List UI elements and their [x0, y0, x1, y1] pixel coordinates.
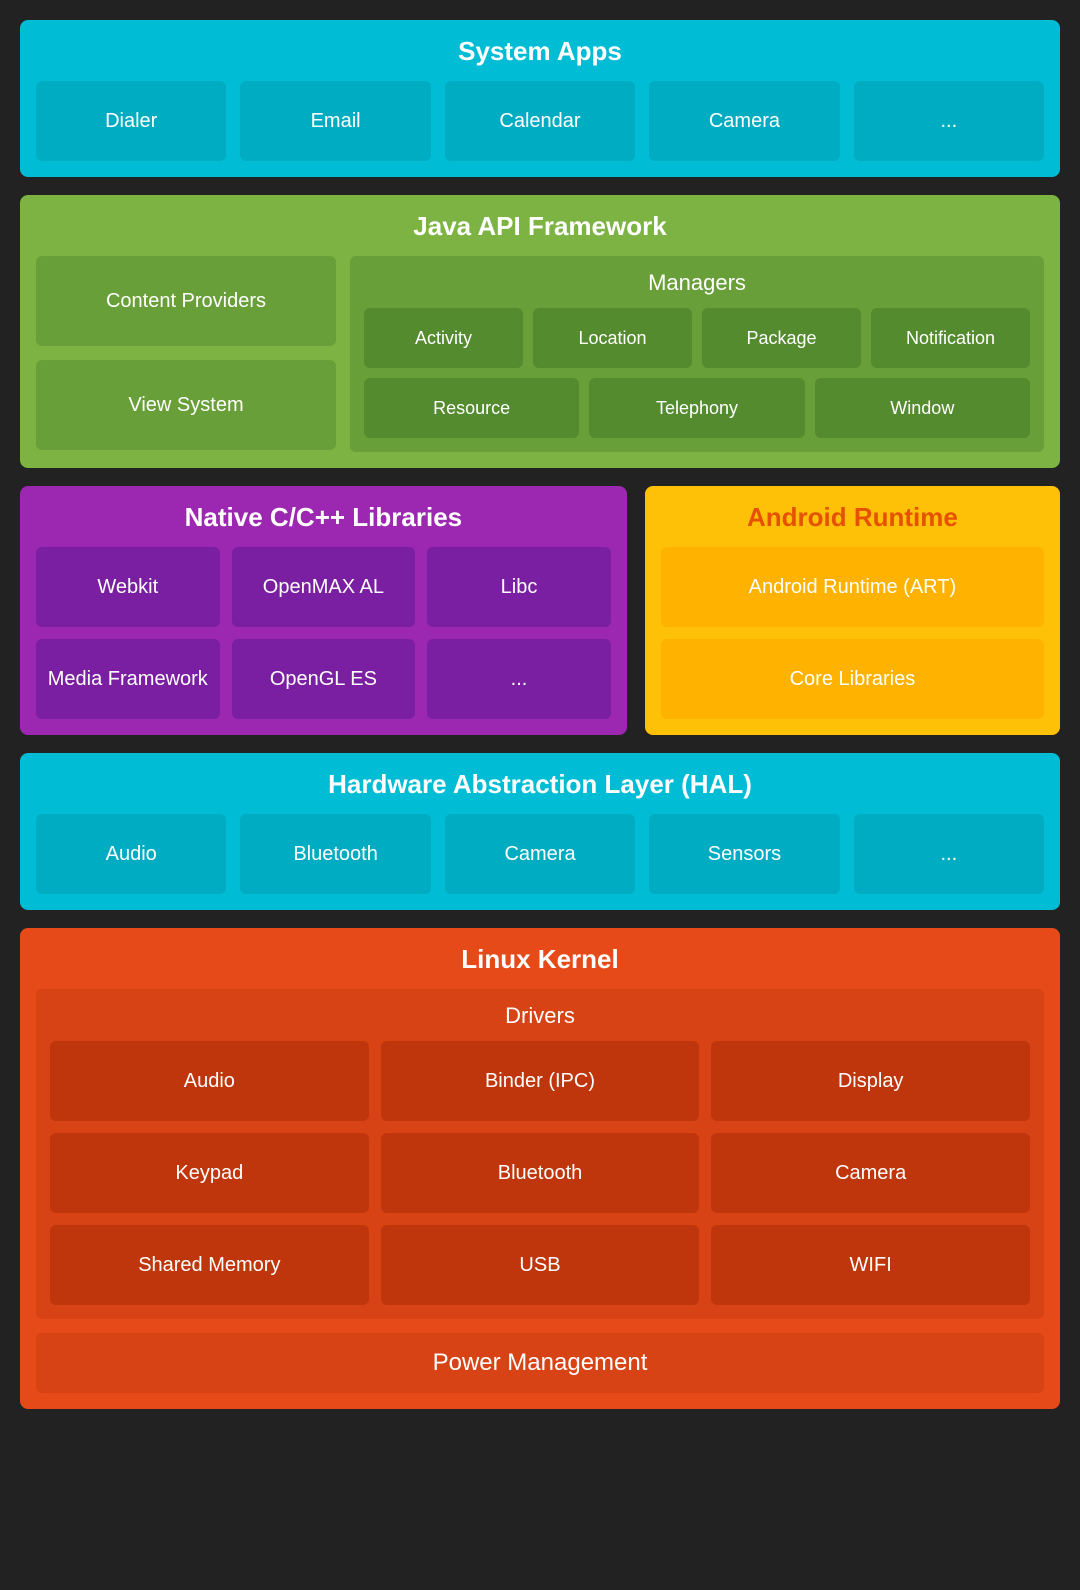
native-runtime-row: Native C/C++ Libraries Webkit OpenMAX AL… — [20, 486, 1060, 735]
hal-more: ... — [854, 814, 1044, 894]
framework-left: Content Providers View System — [36, 256, 336, 452]
hal-row: Audio Bluetooth Camera Sensors ... — [36, 814, 1044, 894]
hal-sensors: Sensors — [649, 814, 839, 894]
native-libs-layer: Native C/C++ Libraries Webkit OpenMAX AL… — [20, 486, 627, 735]
driver-keypad: Keypad — [50, 1133, 369, 1213]
runtime-core-libs: Core Libraries — [661, 639, 1044, 719]
manager-package: Package — [702, 308, 861, 368]
drivers-title: Drivers — [50, 1003, 1030, 1029]
managers-row2: Resource Telephony Window — [364, 378, 1030, 438]
lib-more: ... — [427, 639, 611, 719]
lib-media: Media Framework — [36, 639, 220, 719]
lib-libc: Libc — [427, 547, 611, 627]
manager-window: Window — [815, 378, 1030, 438]
driver-display: Display — [711, 1041, 1030, 1121]
managers-column: Managers Activity Location Package Notif… — [350, 256, 1044, 452]
java-api-title: Java API Framework — [36, 211, 1044, 242]
framework-inner: Content Providers View System Managers A… — [36, 256, 1044, 452]
app-camera: Camera — [649, 81, 839, 161]
app-more: ... — [854, 81, 1044, 161]
native-libs-title: Native C/C++ Libraries — [36, 502, 611, 533]
hal-camera: Camera — [445, 814, 635, 894]
driver-bluetooth: Bluetooth — [381, 1133, 700, 1213]
linux-kernel-title: Linux Kernel — [36, 944, 1044, 975]
runtime-art: Android Runtime (ART) — [661, 547, 1044, 627]
driver-audio: Audio — [50, 1041, 369, 1121]
app-email: Email — [240, 81, 430, 161]
system-apps-title: System Apps — [36, 36, 1044, 67]
driver-shared-memory: Shared Memory — [50, 1225, 369, 1305]
managers-title: Managers — [364, 270, 1030, 296]
manager-telephony: Telephony — [589, 378, 804, 438]
libs-grid: Webkit OpenMAX AL Libc Media Framework O… — [36, 547, 611, 719]
lib-openmax: OpenMAX AL — [232, 547, 416, 627]
power-management: Power Management — [36, 1333, 1044, 1393]
manager-location: Location — [533, 308, 692, 368]
android-runtime-layer: Android Runtime Android Runtime (ART) Co… — [645, 486, 1060, 735]
manager-activity: Activity — [364, 308, 523, 368]
runtime-grid: Android Runtime (ART) Core Libraries — [661, 547, 1044, 719]
hal-layer: Hardware Abstraction Layer (HAL) Audio B… — [20, 753, 1060, 910]
hal-title: Hardware Abstraction Layer (HAL) — [36, 769, 1044, 800]
android-runtime-title: Android Runtime — [661, 502, 1044, 533]
drivers-section: Drivers Audio Binder (IPC) Display Keypa… — [36, 989, 1044, 1319]
driver-binder: Binder (IPC) — [381, 1041, 700, 1121]
driver-usb: USB — [381, 1225, 700, 1305]
lib-opengl: OpenGL ES — [232, 639, 416, 719]
view-system: View System — [36, 360, 336, 450]
content-providers: Content Providers — [36, 256, 336, 346]
manager-notification: Notification — [871, 308, 1030, 368]
hal-audio: Audio — [36, 814, 226, 894]
managers-row1: Activity Location Package Notification — [364, 308, 1030, 368]
hal-bluetooth: Bluetooth — [240, 814, 430, 894]
app-calendar: Calendar — [445, 81, 635, 161]
system-apps-layer: System Apps Dialer Email Calendar Camera… — [20, 20, 1060, 177]
lib-webkit: Webkit — [36, 547, 220, 627]
driver-camera: Camera — [711, 1133, 1030, 1213]
manager-resource: Resource — [364, 378, 579, 438]
system-apps-row: Dialer Email Calendar Camera ... — [36, 81, 1044, 161]
linux-kernel-layer: Linux Kernel Drivers Audio Binder (IPC) … — [20, 928, 1060, 1409]
java-api-layer: Java API Framework Content Providers Vie… — [20, 195, 1060, 468]
app-dialer: Dialer — [36, 81, 226, 161]
driver-wifi: WIFI — [711, 1225, 1030, 1305]
drivers-grid: Audio Binder (IPC) Display Keypad Blueto… — [50, 1041, 1030, 1305]
